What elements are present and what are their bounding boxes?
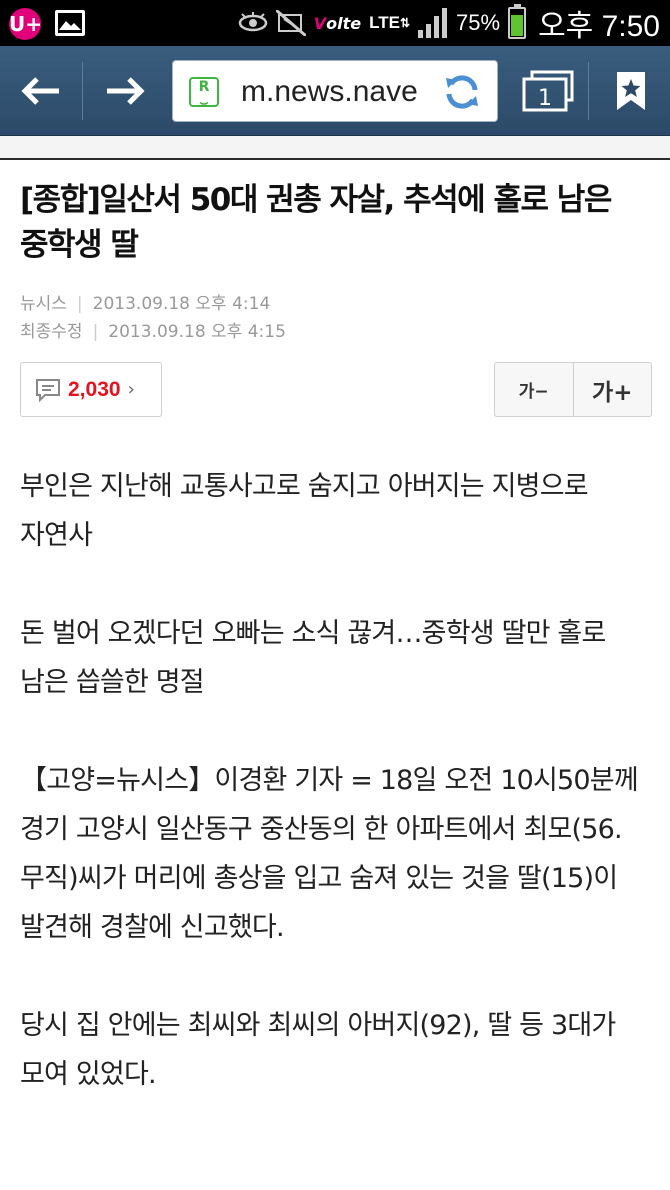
body-paragraph: 【고양=뉴시스】이경환 기자 = 18일 오전 10시50분께 경기 고양시 일… (20, 765, 639, 943)
article-meta: 뉴시스 | 2013.09.18 오후 4:14 최종수정 | 2013.09.18 오… (20, 290, 650, 346)
refresh-icon (446, 75, 478, 109)
comment-count: 2,030 (68, 377, 121, 401)
article-controls: 2,030 › 가− 가+ (20, 362, 652, 418)
body-paragraph: 당시 집 안에는 최씨와 최씨의 아버지(92), 딸 등 3대가 모여 있었다… (20, 1010, 616, 1090)
battery-icon (508, 4, 527, 39)
article-header: [종합]일산서 50대 권총 자살, 추석에 홀로 남은 중학생 딸 뉴시스 | 2… (20, 178, 650, 346)
address-bar[interactable]: R ⌣ m.news.nave (172, 60, 498, 122)
bookmark-button[interactable] (592, 46, 670, 136)
refresh-button[interactable] (427, 61, 497, 121)
comments-button[interactable]: 2,030 › (20, 362, 162, 417)
bookmark-star-icon (617, 72, 645, 110)
back-button[interactable] (0, 46, 82, 136)
modified-date: 2013.09.18 오후 4:15 (108, 322, 286, 342)
body-paragraph: 부인은 지난해 교통사고로 숨지고 아버지는 지병으로 자연사 (20, 471, 589, 551)
lte-label: LTE (369, 13, 400, 32)
body-paragraph: 돈 벌어 오겠다던 오빠는 소식 끊겨…중학생 딸만 홀로 남은 씁쓸한 명절 (20, 618, 606, 698)
uplus-icon: U+ (9, 8, 42, 40)
toolbar-divider (588, 62, 589, 120)
battery-fill (511, 15, 524, 36)
gallery-icon (55, 10, 85, 36)
chevron-right-icon: › (127, 379, 135, 400)
font-smaller-button[interactable]: 가− (495, 363, 574, 416)
volte-icon: Volte (313, 13, 362, 33)
font-size-controls: 가− 가+ (494, 362, 652, 417)
naver-favicon-icon: R ⌣ (189, 77, 219, 111)
mute-icon (275, 10, 306, 36)
arrow-right-icon (107, 77, 145, 105)
published-date: 2013.09.18 오후 4:14 (92, 294, 271, 314)
article-body: 부인은 지난해 교통사고로 숨지고 아버지는 지병으로 자연사 돈 벌어 오겠다… (20, 462, 652, 1148)
font-larger-button[interactable]: 가+ (574, 363, 652, 416)
modified-label: 최종수정 (20, 322, 83, 342)
tabs-icon: 1 (522, 70, 574, 112)
arrow-left-icon (21, 77, 59, 105)
modified-row: 최종수정 | 2013.09.18 오후 4:15 (20, 322, 286, 342)
url-text[interactable]: m.news.nave (241, 61, 418, 121)
forward-button[interactable] (84, 46, 166, 136)
tab-count: 1 (538, 86, 552, 111)
article-source: 뉴시스 (20, 294, 67, 314)
toolbar-divider (82, 62, 83, 120)
eye-icon (238, 12, 268, 34)
clock: 오후 7:50 (538, 10, 660, 43)
lte-icon: LTE ⇅ (369, 13, 411, 32)
tabs-button[interactable]: 1 (510, 46, 586, 136)
page-top-edge (0, 136, 670, 160)
published-row: 뉴시스 | 2013.09.18 오후 4:14 (20, 294, 271, 314)
comment-icon (36, 378, 60, 402)
browser-toolbar: R ⌣ m.news.nave 1 (0, 46, 670, 136)
battery-percent: 75% (456, 10, 501, 35)
signal-icon (418, 8, 448, 38)
article-title: [종합]일산서 50대 권총 자살, 추석에 홀로 남은 중학생 딸 (20, 182, 612, 263)
status-bar: U+ Volte LTE ⇅ 75% 오후 7:50 (0, 0, 670, 46)
